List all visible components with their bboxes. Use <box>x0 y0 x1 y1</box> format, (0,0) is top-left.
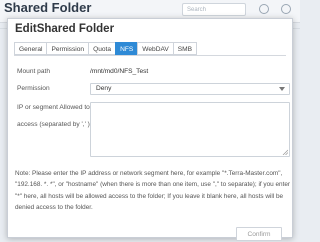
ip-textarea[interactable] <box>90 102 290 157</box>
mount-path-label: Mount path <box>17 68 50 75</box>
page-title: Shared Folder <box>4 0 92 15</box>
ip-label-line2: access (separated by ',' ) <box>17 121 90 128</box>
chevron-down-icon <box>279 87 285 91</box>
tab-bar: General Permission Quota NFS WebDAV SMB <box>14 42 198 55</box>
tab-webdav[interactable]: WebDAV <box>137 42 173 55</box>
edit-shared-folder-dialog: EditShared Folder General Permission Quo… <box>7 18 293 238</box>
mount-path-value: /mnt/md0/NFS_Test <box>90 68 149 75</box>
resize-handle-icon[interactable] <box>282 149 288 155</box>
note-text: Note: Please enter the IP address or net… <box>15 170 291 211</box>
permission-selected-value: Deny <box>96 85 112 92</box>
search-input[interactable]: Search <box>182 3 246 16</box>
tab-general[interactable]: General <box>14 42 47 55</box>
tab-nfs[interactable]: NFS <box>115 42 138 55</box>
confirm-button[interactable]: Confirm <box>236 227 282 241</box>
dialog-title: EditShared Folder <box>15 23 115 35</box>
tab-permission[interactable]: Permission <box>46 42 89 55</box>
ip-label-line1: IP or segment Allowed to <box>17 104 90 111</box>
permission-select[interactable]: Deny <box>90 83 290 95</box>
tab-smb[interactable]: SMB <box>172 42 198 55</box>
tab-divider <box>14 55 286 56</box>
permission-label: Permission <box>17 85 50 92</box>
tab-quota[interactable]: Quota <box>88 42 116 55</box>
refresh-icon[interactable] <box>259 4 269 14</box>
close-icon[interactable] <box>281 4 291 14</box>
